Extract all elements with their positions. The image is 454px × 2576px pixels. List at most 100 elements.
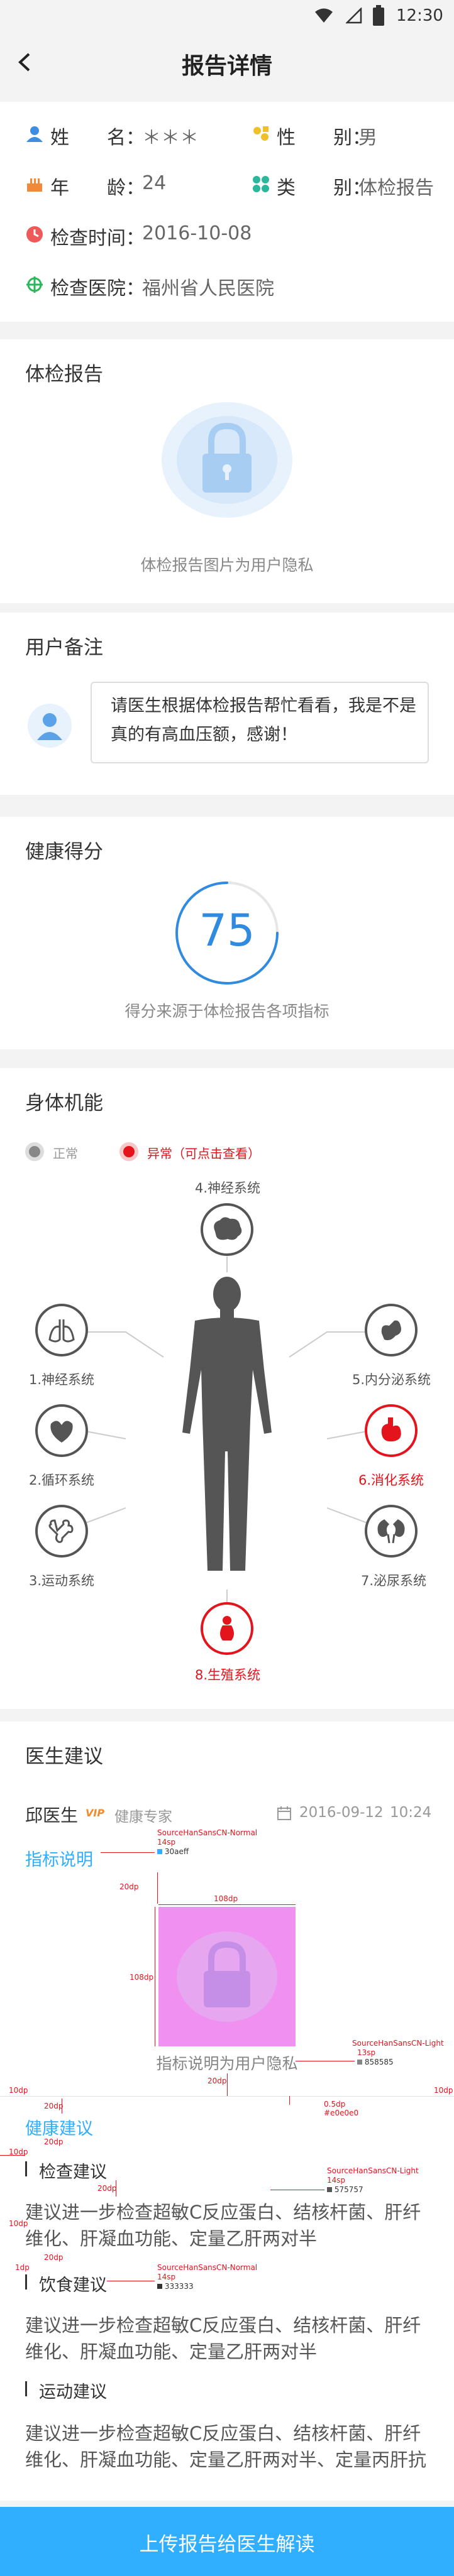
annotation-dim-108h: 108dp (130, 1973, 154, 1982)
annotation-divider-size: 0.5dp (324, 2100, 346, 2109)
calendar-icon (277, 1806, 292, 1823)
report-title: 体检报告 (25, 363, 103, 386)
system-8-label: 8.生殖系统 (195, 1667, 261, 1683)
annotation-color-1-text: 30aeff (164, 1847, 189, 1856)
hospital-value: 福州省人民医院 (142, 278, 274, 300)
type-value: 体检报告 (358, 177, 434, 199)
annotation-font-2: SourceHanSansCN-Light (352, 2039, 444, 2048)
annotation-font-1: SourceHanSansCN-Normal (157, 1828, 258, 1837)
annotation-dim-line-108w (158, 1904, 296, 1905)
annotation-dim-line-20b (227, 2073, 228, 2096)
system-6-button[interactable] (365, 1404, 418, 1457)
diet-text: 建议进一步检查超敏C反应蛋白、结核杆菌、肝纤维化、肝凝血功能、定量乙肝两对半 (25, 2315, 421, 2362)
reproductive-icon (220, 1616, 234, 1640)
annotation-font-4: SourceHanSansCN-Light (327, 2166, 419, 2175)
annotation-size-1: 14sp (157, 1838, 176, 1847)
annotation-color-5: 333333 (157, 2282, 194, 2291)
score-value: 75 (199, 905, 255, 956)
advice-date: 2016-09-12 (299, 1804, 384, 1821)
system-2-button[interactable] (35, 1404, 88, 1457)
doctor-name: 邱医生 (25, 1805, 79, 1826)
annotation-leader-1 (101, 1852, 155, 1853)
endocrine-icon (381, 1320, 401, 1341)
brain-icon (214, 1217, 242, 1240)
system-7-label: 7.泌尿系统 (361, 1573, 427, 1588)
bone-icon (48, 1519, 74, 1543)
category-icon (252, 175, 270, 196)
cake-icon (25, 175, 44, 196)
body-function-card: 身体机能 正常 异常（可点击查看） 1.神经系统 2.循环系统 3.运动系统 4… (0, 1068, 454, 1709)
annotation-swatch-1 (157, 1849, 162, 1854)
report-lock-image[interactable] (161, 402, 293, 521)
report-card: 体检报告 体检报告图片为用户隐私 (0, 339, 454, 603)
signal-icon (345, 6, 362, 26)
annotation-dim-1d: 1dp (15, 2263, 30, 2272)
exam-bar (25, 2161, 27, 2176)
report-privacy-text: 体检报告图片为用户隐私 (140, 556, 314, 574)
annotation-dim-108w: 108dp (214, 1894, 238, 1903)
annotation-dim-line-20a (157, 1872, 158, 1904)
info-card: 姓 名： ＊＊＊ 性 别： 男 年 龄： 24 类 别： 体检报告 检查时间： … (0, 102, 454, 322)
system-5-label: 5.内分泌系统 (352, 1372, 431, 1387)
name-value: ＊＊＊ (142, 127, 199, 149)
annotation-color-5-text: 333333 (164, 2282, 194, 2291)
advice-time: 10:24 (390, 1804, 432, 1821)
score-title: 健康得分 (25, 841, 103, 863)
annotation-leader-3 (289, 2096, 290, 2105)
system-4-label: 4.神经系统 (195, 1181, 261, 1196)
indicator-image[interactable] (158, 1907, 296, 2046)
system-1-label: 1.神经系统 (29, 1372, 95, 1387)
system-2-label: 2.循环系统 (29, 1473, 95, 1488)
annotation-swatch-4 (327, 2187, 332, 2192)
gender-icon (252, 124, 270, 146)
upload-report-button[interactable]: 上传报告给医生解读 (0, 2507, 454, 2576)
annotation-dim-line-10c (0, 2155, 25, 2156)
score-card: 健康得分 75 得分来源于体检报告各项指标 (0, 817, 454, 1049)
annotation-dim-20a: 20dp (119, 1882, 139, 1891)
annotation-color-4: 575757 (327, 2185, 363, 2194)
vip-badge: VIP (86, 1807, 105, 1819)
date-label: 检查时间： (50, 227, 145, 249)
system-8-button[interactable] (201, 1602, 253, 1655)
system-3-label: 3.运动系统 (29, 1573, 95, 1588)
hospital-label: 检查医院： (50, 278, 145, 300)
indicator-title: 指标说明 (25, 1850, 93, 1870)
annotation-dim-10d: 10dp (9, 2219, 28, 2228)
annotation-font-5: SourceHanSansCN-Normal (157, 2263, 258, 2272)
name-label: 姓 名： (50, 127, 145, 149)
clock-icon (25, 225, 44, 246)
system-1-button[interactable] (35, 1304, 88, 1356)
hospital-icon (25, 275, 44, 297)
type-label: 类 别： (277, 177, 371, 199)
annotation-dim-20f: 20dp (44, 2253, 64, 2262)
annotation-swatch-5 (157, 2284, 162, 2289)
gender-value: 男 (358, 127, 377, 149)
score-note: 得分来源于体检报告各项指标 (125, 1002, 329, 1020)
user-avatar-icon (28, 704, 72, 750)
age-label: 年 龄： (50, 177, 145, 199)
annotation-dim-20b: 20dp (208, 2077, 227, 2085)
annotation-dim-20c: 20dp (44, 2102, 64, 2110)
remark-card: 用户备注 请医生根据体检报告帮忙看看，我是不是真的有高血压额，感谢！ (0, 613, 454, 795)
doctor-role: 健康专家 (114, 1809, 172, 1825)
date-value: 2016-10-08 (142, 222, 252, 244)
diet-title: 饮食建议 (39, 2276, 107, 2295)
system-3-button[interactable] (35, 1505, 88, 1558)
exam-title: 检查建议 (39, 2163, 107, 2182)
system-7-button[interactable] (365, 1505, 418, 1558)
system-4-button[interactable] (201, 1203, 253, 1256)
advice-card: 医生建议 邱医生 VIP 健康专家 2016-09-12 10:24 Sourc… (0, 1722, 454, 2501)
diet-bar (25, 2274, 27, 2289)
sport-bar (25, 2381, 27, 2396)
annotation-size-5: 14sp (157, 2273, 176, 2281)
lungs-icon (48, 1319, 75, 1343)
divider-line (0, 2096, 454, 2097)
system-5-button[interactable] (365, 1304, 418, 1356)
gender-label: 性 别： (277, 127, 371, 149)
sport-text: 建议进一步检查超敏C反应蛋白、结核杆菌、肝纤维化、肝凝血功能、定量乙肝两对半、定… (25, 2423, 427, 2470)
sport-title: 运动建议 (39, 2382, 107, 2402)
age-value: 24 (142, 172, 167, 194)
indicator-privacy-text: 指标说明为用户隐私 (156, 2055, 298, 2073)
remark-bubble: 请医生根据体检报告帮忙看看，我是不是真的有高血压额，感谢！ (91, 682, 429, 763)
person-icon (25, 124, 44, 146)
